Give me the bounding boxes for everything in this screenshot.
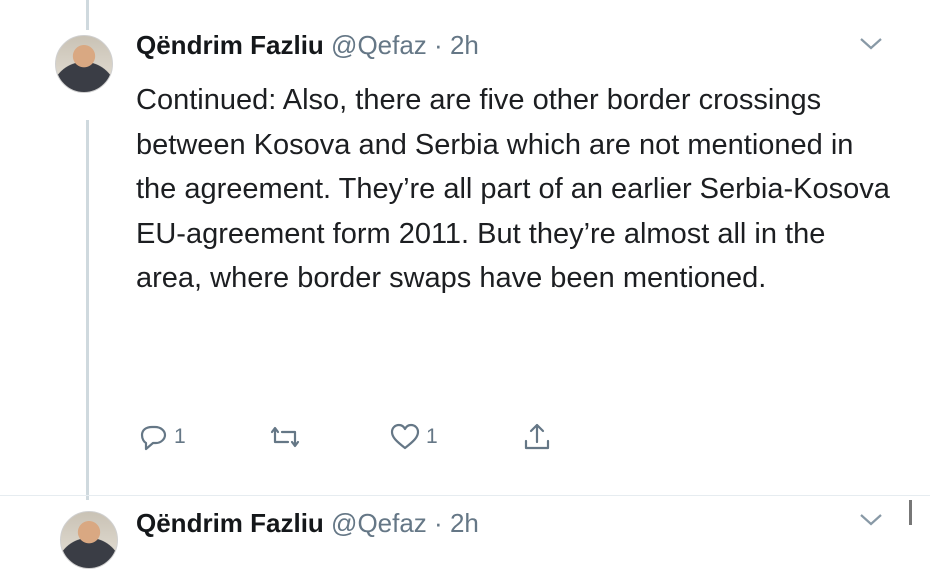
like-icon (390, 423, 420, 450)
scrollbar[interactable] (909, 500, 912, 525)
reply-button[interactable]: 1 (136, 420, 186, 454)
separator-dot: · (434, 30, 443, 60)
chevron-down-icon[interactable] (858, 34, 884, 54)
author-handle[interactable]: @Qefaz (331, 508, 427, 538)
author-name[interactable]: Qëndrim Fazliu (136, 30, 324, 60)
reply-count: 1 (174, 425, 186, 448)
avatar[interactable] (60, 511, 118, 569)
tweet[interactable]: Qëndrim Fazliu @Qefaz · 2h Continued: Al… (0, 0, 930, 495)
reply-icon (140, 425, 167, 451)
timestamp[interactable]: 2h (450, 30, 479, 60)
avatar[interactable] (55, 35, 113, 93)
author-handle[interactable]: @Qefaz (331, 30, 427, 60)
author-name[interactable]: Qëndrim Fazliu (136, 508, 324, 538)
chevron-down-icon[interactable] (858, 510, 884, 530)
share-button[interactable] (520, 420, 554, 454)
retweet-icon (270, 426, 300, 448)
share-icon (524, 423, 550, 450)
like-button[interactable]: 1 (388, 420, 438, 454)
tweet-text: Continued: Also, there are five other bo… (136, 84, 890, 294)
tweet[interactable]: Qëndrim Fazliu @Qefaz · 2h (0, 495, 930, 569)
tweet-header: Qëndrim Fazliu @Qefaz · 2h (136, 508, 479, 539)
separator-dot: · (434, 508, 443, 538)
like-count: 1 (426, 425, 438, 448)
tweet-header: Qëndrim Fazliu @Qefaz · 2h (136, 30, 479, 61)
timestamp[interactable]: 2h (450, 508, 479, 538)
retweet-button[interactable] (268, 420, 306, 454)
